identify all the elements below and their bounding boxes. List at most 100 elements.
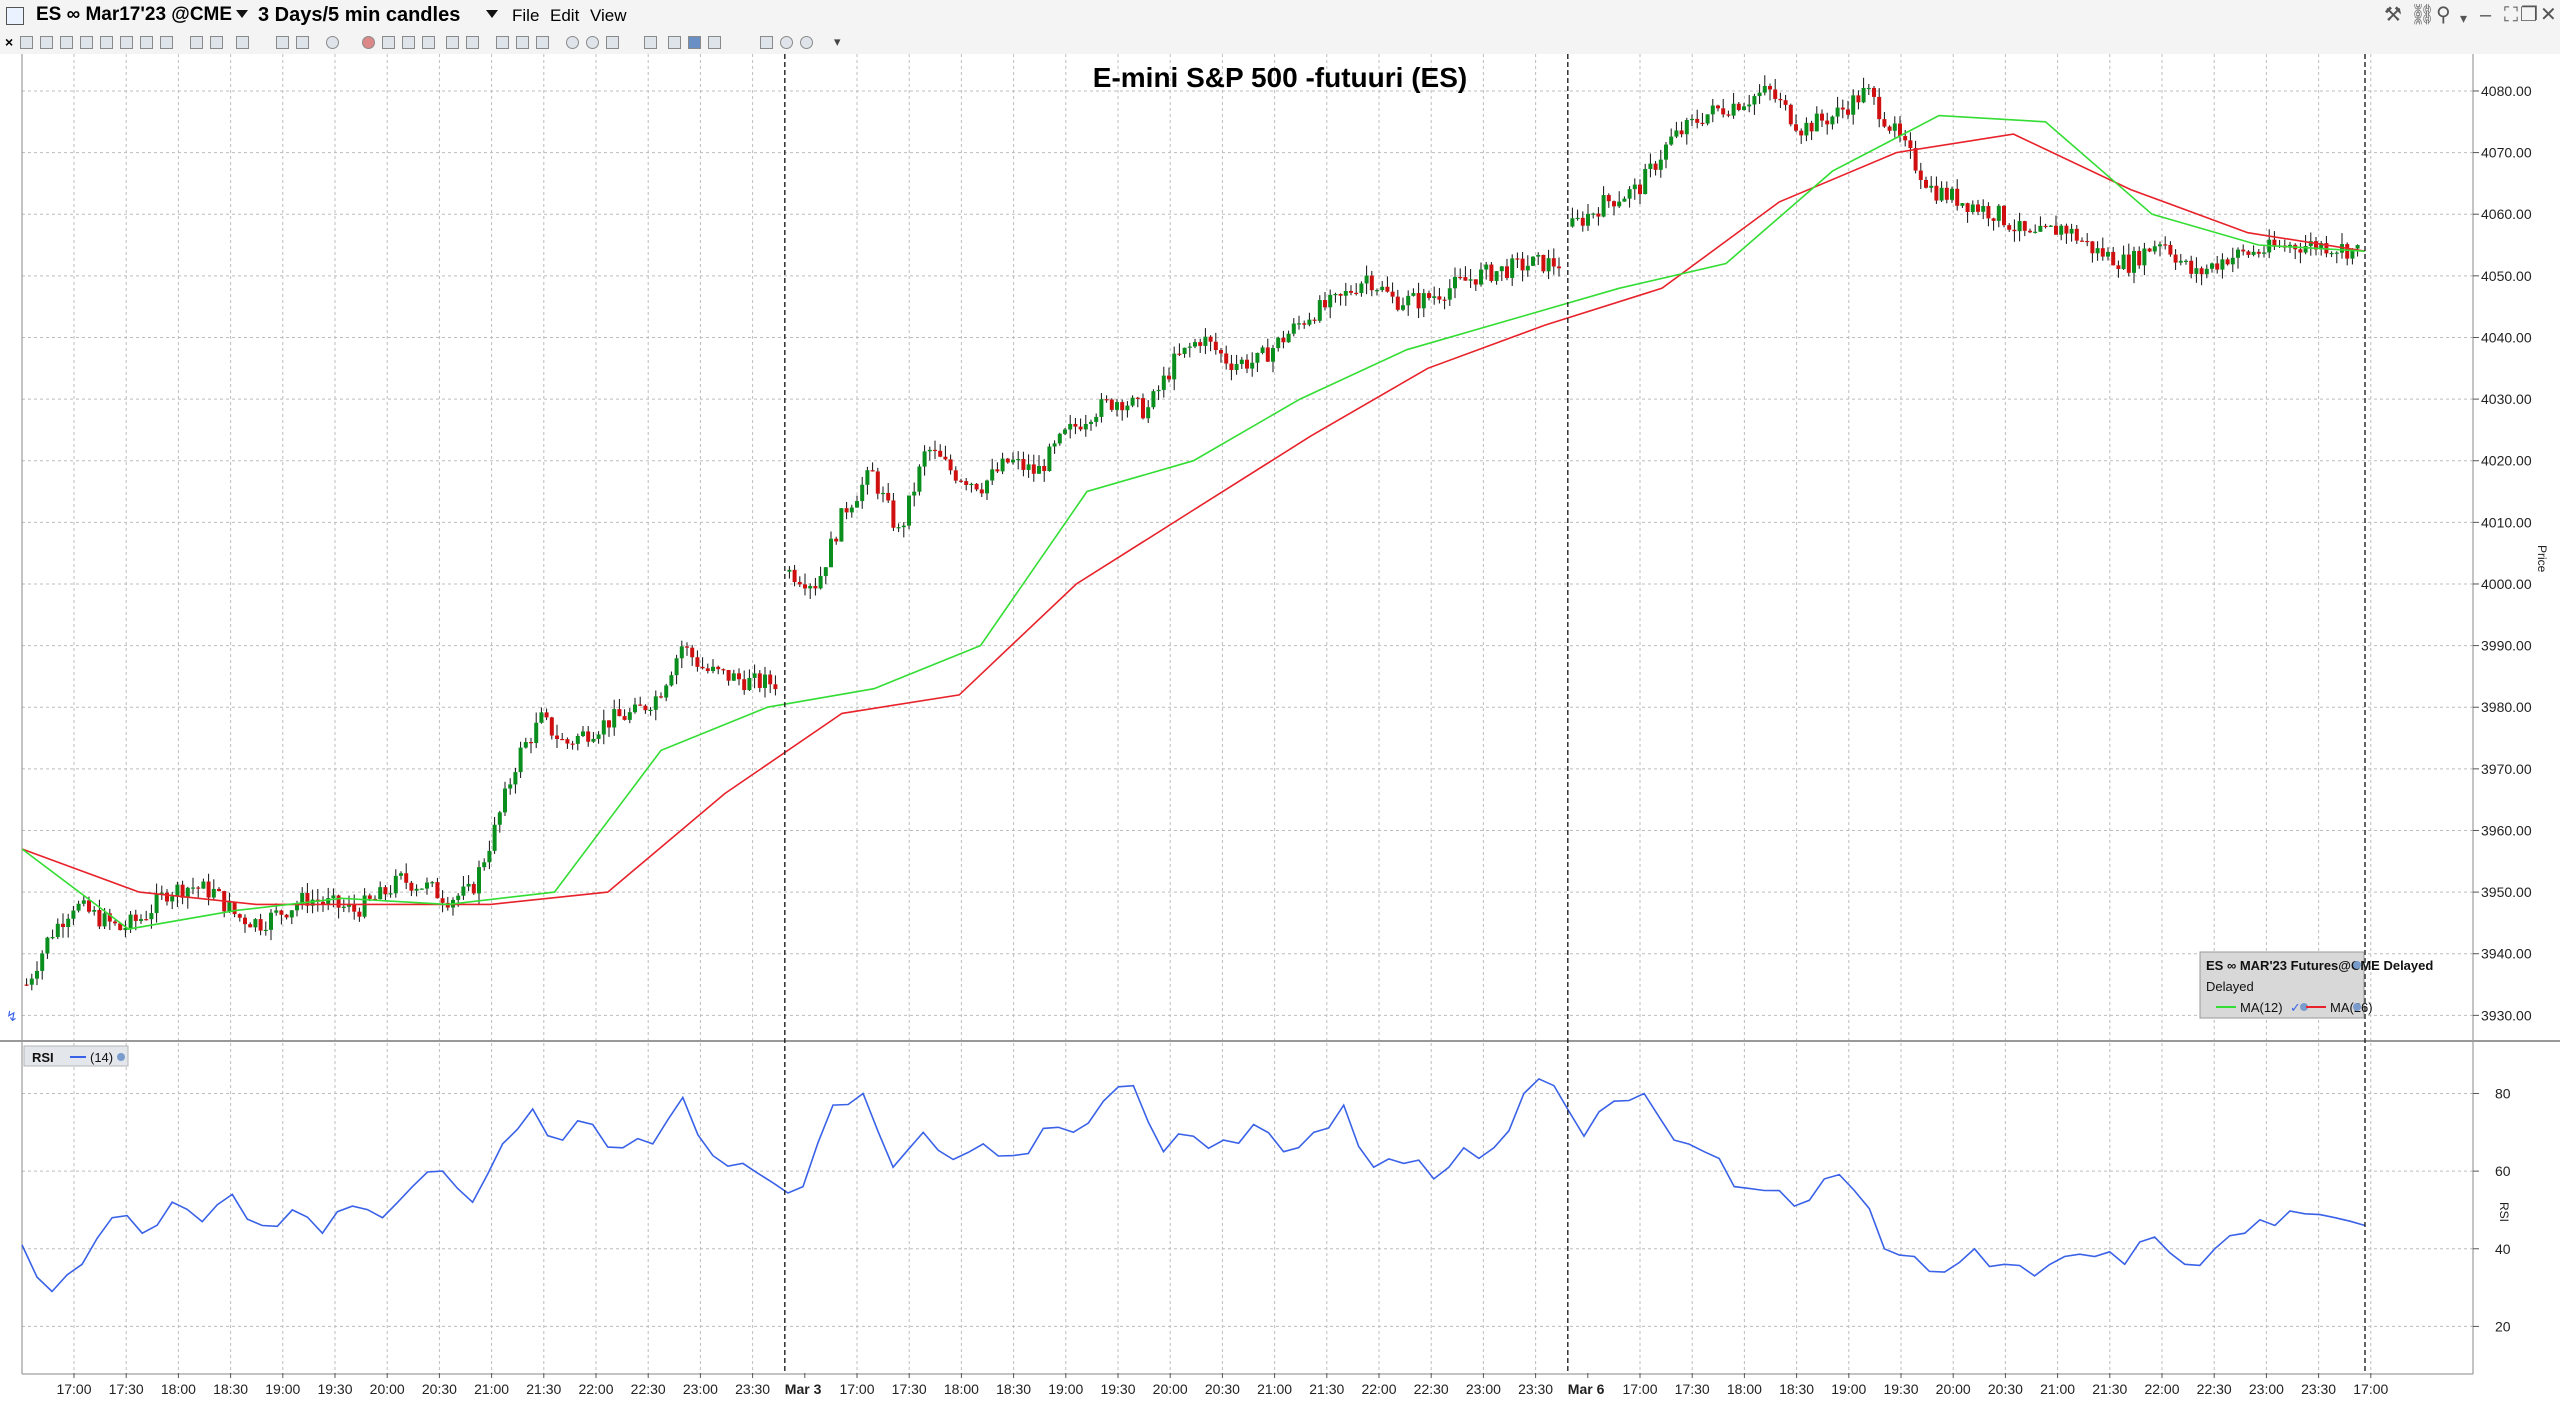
redo-icon[interactable] <box>466 36 479 49</box>
candle-body <box>1887 126 1892 131</box>
period-dropdown-icon[interactable] <box>486 10 498 18</box>
time-tick-label: Mar 3 <box>785 1381 822 1397</box>
candle-body <box>2184 260 2188 262</box>
zoom-in-icon[interactable] <box>566 36 579 49</box>
candle-body <box>1882 119 1887 127</box>
candle-body <box>648 709 653 712</box>
pencil-tool-icon[interactable] <box>60 36 73 49</box>
candle-body <box>865 470 870 485</box>
indicator-icon[interactable] <box>760 36 773 49</box>
scroll-arrow-icon[interactable]: ↯ <box>6 1009 18 1025</box>
menu-file[interactable]: File <box>512 5 539 27</box>
refresh-icon[interactable] <box>780 36 793 49</box>
link-icon[interactable]: ⛓ <box>2410 5 2435 25</box>
bar-width-icon[interactable] <box>644 36 657 49</box>
line-tool-icon[interactable] <box>496 36 509 49</box>
rsi-tick-label: 80 <box>2495 1085 2511 1101</box>
price-tick-label: 4000.00 <box>2481 576 2532 592</box>
time-tick-label: 17:30 <box>109 1381 144 1397</box>
zoom-reset-icon[interactable] <box>606 36 619 49</box>
candle-body <box>797 582 802 585</box>
candle-body <box>1375 290 1379 292</box>
candle-body <box>591 738 596 742</box>
pin-icon[interactable]: ⚲ <box>2436 5 2451 25</box>
candle-body <box>1380 286 1385 291</box>
candle-body <box>1840 107 1845 110</box>
candle-body <box>2204 268 2209 275</box>
measure-tool-icon[interactable] <box>382 36 395 49</box>
candle-body <box>2152 246 2157 252</box>
candle-body <box>1653 163 1658 170</box>
candle-body <box>2329 253 2334 255</box>
period-selector[interactable]: 3 Days/5 min candles <box>258 4 460 26</box>
time-tick-label: 20:00 <box>1936 1381 1971 1397</box>
window-tool-icon[interactable] <box>190 36 203 49</box>
candle-body <box>128 914 133 929</box>
settings-icon[interactable] <box>800 36 813 49</box>
candle-body <box>76 903 81 911</box>
legend-settings-icon[interactable] <box>2353 961 2361 969</box>
symbol-dropdown-icon[interactable] <box>236 10 248 18</box>
candle-style-icon[interactable] <box>688 36 701 49</box>
compass-tool-icon[interactable] <box>120 36 133 49</box>
compare-icon[interactable] <box>708 36 721 49</box>
scroll-left-icon[interactable] <box>668 36 681 49</box>
legend-ma26-settings-icon[interactable] <box>2353 1003 2361 1011</box>
cursor-tool-icon[interactable] <box>20 36 33 49</box>
candle-body <box>1716 105 1720 109</box>
symbol-selector[interactable]: ES ∞ Mar17'23 @CME <box>36 4 232 26</box>
ray-tool-icon[interactable] <box>516 36 529 49</box>
candle-body <box>269 912 273 930</box>
rsi-tick-label: 60 <box>2495 1163 2511 1179</box>
candle-body <box>258 919 263 931</box>
calendar-tool-icon[interactable] <box>422 36 435 49</box>
candle-body <box>1349 290 1353 293</box>
zoom-out-icon[interactable] <box>586 36 599 49</box>
maximize-button[interactable]: ⛶ <box>2504 5 2518 25</box>
save-tool-icon[interactable] <box>100 36 113 49</box>
channel-tool-icon[interactable] <box>536 36 549 49</box>
candle-body <box>1146 407 1151 419</box>
grid-tool-icon[interactable] <box>80 36 93 49</box>
table-tool-icon[interactable] <box>402 36 415 49</box>
candle-body <box>1721 108 1726 115</box>
menu-view[interactable]: View <box>590 5 627 27</box>
candle-body <box>1333 293 1338 296</box>
candle-body <box>1726 114 1731 116</box>
candle-body <box>1924 179 1928 188</box>
legend-ma12-check-icon[interactable]: ✓ <box>2290 1000 2301 1015</box>
target-tool-icon[interactable] <box>362 36 375 49</box>
panel-tool-icon[interactable] <box>210 36 223 49</box>
candle-body <box>1307 319 1312 325</box>
trendline-tool-icon[interactable] <box>276 36 289 49</box>
crosshair-tool-icon[interactable] <box>40 36 53 49</box>
menu-edit[interactable]: Edit <box>550 5 579 27</box>
toolbar-dropdown-icon[interactable]: ▾ <box>834 34 841 50</box>
candle-body <box>1825 120 1830 125</box>
candle-body <box>1960 203 1965 206</box>
circle-tool-icon[interactable] <box>326 36 339 49</box>
candle-body <box>97 910 102 927</box>
bars-tool-icon[interactable] <box>296 36 309 49</box>
candle-body <box>1638 184 1642 195</box>
minimize-button[interactable]: – <box>2480 5 2491 25</box>
candle-body <box>2210 263 2214 269</box>
filter-tool-icon[interactable] <box>236 36 249 49</box>
candle-body <box>1468 279 1473 281</box>
restore-button[interactable]: ❐ <box>2520 5 2538 25</box>
chart-area[interactable]: E-mini S&P 500 -futuuri (ES) 4080.00 4070… <box>0 54 2560 1408</box>
close-button[interactable]: ✕ <box>2540 5 2557 25</box>
wrench-icon[interactable]: ⚒ <box>2384 5 2402 25</box>
candle-body <box>1658 159 1663 170</box>
layout-tool-icon[interactable] <box>160 36 173 49</box>
close-icon[interactable]: × <box>5 34 13 50</box>
candle-body <box>1768 85 1772 90</box>
candle-body <box>1505 266 1509 278</box>
candle-body <box>1369 275 1374 291</box>
chevron-down-icon[interactable]: ▾ <box>2460 8 2467 28</box>
candle-body <box>1120 402 1125 411</box>
undo-icon[interactable] <box>446 36 459 49</box>
eraser-tool-icon[interactable] <box>140 36 153 49</box>
candle-body <box>513 772 518 785</box>
rsi-settings-icon[interactable] <box>117 1053 125 1061</box>
